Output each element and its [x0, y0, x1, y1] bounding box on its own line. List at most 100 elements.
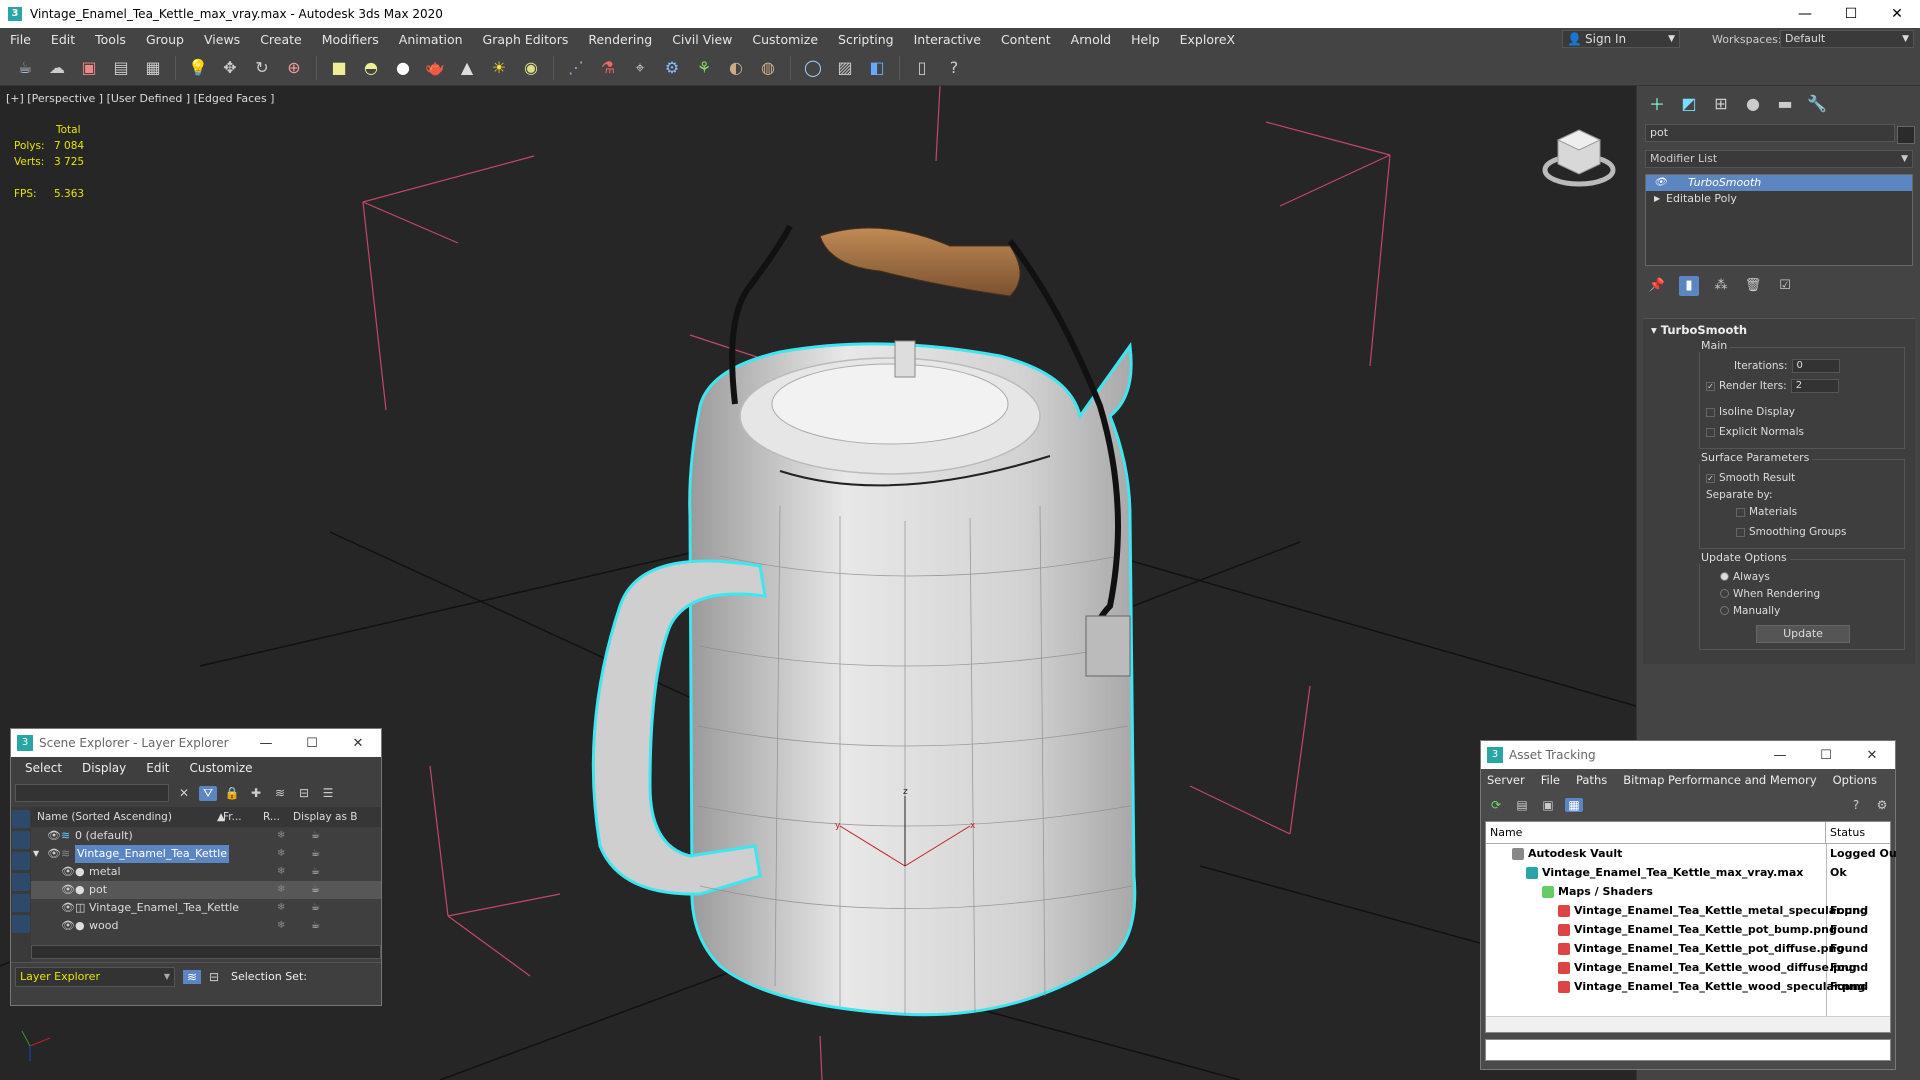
eye-icon[interactable]: 👁	[61, 881, 75, 899]
hierarchy-tab-icon[interactable]: ⊞	[1711, 94, 1731, 113]
column-display-as-box[interactable]: Display as B	[287, 811, 357, 823]
teapot-object-icon[interactable]: 🫖	[422, 55, 448, 81]
always-radio[interactable]	[1720, 572, 1729, 581]
teapot-icon[interactable]: ☕	[12, 55, 38, 81]
menu-tools[interactable]: Tools	[85, 32, 136, 47]
maximize-icon[interactable]: ☐	[1803, 741, 1849, 769]
geometry-filter-icon[interactable]	[12, 831, 30, 849]
freeze-icon[interactable]: ❄	[277, 863, 285, 881]
sign-in-dropdown[interactable]: 👤 Sign In ▼	[1562, 30, 1680, 48]
menu-views[interactable]: Views	[194, 32, 250, 47]
rotate-icon[interactable]: ↻	[249, 55, 275, 81]
motion-tab-icon[interactable]: ●	[1743, 94, 1763, 113]
update-button[interactable]: Update	[1756, 625, 1850, 643]
table-view-icon[interactable]: ▦	[1565, 798, 1583, 812]
menu-modifiers[interactable]: Modifiers	[312, 32, 389, 47]
table-icon[interactable]: ▦	[140, 55, 166, 81]
manually-radio[interactable]	[1720, 606, 1729, 615]
search-input[interactable]	[15, 784, 169, 802]
configure-sets-icon[interactable]: ☑	[1775, 276, 1795, 296]
close-icon[interactable]: ✕	[1849, 741, 1895, 769]
horizontal-scrollbar[interactable]	[31, 945, 381, 959]
render-icon[interactable]: ☕	[311, 899, 320, 917]
menu-paths[interactable]: Paths	[1576, 773, 1607, 787]
viewport-label[interactable]: [+] [Perspective ] [User Defined ] [Edge…	[6, 92, 274, 105]
render-icon[interactable]: ☕	[311, 881, 320, 899]
render-icon[interactable]: ▨	[832, 55, 858, 81]
eye-icon[interactable]: 👁	[61, 917, 75, 935]
layers-stack-icon[interactable]: ≋	[271, 786, 289, 800]
utilities-tab-icon[interactable]: 🔧	[1807, 94, 1827, 113]
grass-icon[interactable]: ⚘	[691, 55, 717, 81]
settings-icon[interactable]: ⚙	[1873, 798, 1891, 812]
menu-bitmap-performance[interactable]: Bitmap Performance and Memory	[1623, 773, 1816, 787]
list-icon[interactable]: ▤	[1513, 798, 1531, 812]
freeze-icon[interactable]: ❄	[277, 899, 285, 917]
object-name-field[interactable]: pot	[1645, 124, 1895, 142]
menu-group[interactable]: Group	[136, 32, 194, 47]
explorer-type-dropdown[interactable]: Layer Explorer ▼	[15, 966, 175, 987]
asset-row[interactable]: Vintage_Enamel_Tea_Kettle_max_vray.max O…	[1486, 863, 1890, 882]
menu-animation[interactable]: Animation	[389, 32, 473, 47]
smooth-result-checkbox[interactable]: ✓	[1706, 473, 1715, 483]
stack-item-editable-poly[interactable]: ▶ Editable Poly	[1646, 191, 1912, 207]
materials-checkbox[interactable]	[1736, 507, 1745, 517]
column-freeze[interactable]: Fr...	[217, 811, 257, 823]
helper-filter-icon[interactable]	[12, 894, 30, 912]
when-rendering-radio[interactable]	[1720, 589, 1729, 598]
camera-icon[interactable]: ⌖	[627, 55, 653, 81]
dome-icon[interactable]: ◓	[358, 55, 384, 81]
hierarchy-icon[interactable]: ⊟	[295, 786, 313, 800]
horizontal-scrollbar[interactable]	[1486, 1016, 1890, 1032]
asset-row[interactable]: Vintage_Enamel_Tea_Kettle_wood_diffuse.p…	[1486, 958, 1890, 977]
delete-modifier-icon[interactable]: 🗑	[1743, 276, 1763, 296]
clear-search-icon[interactable]: ✕	[175, 786, 193, 800]
modifier-list-dropdown[interactable]: Modifier List ▼	[1645, 150, 1913, 168]
hdri-icon[interactable]: ◐	[723, 55, 749, 81]
cone-icon[interactable]: ▲	[454, 55, 480, 81]
freeze-icon[interactable]: ❄	[277, 827, 285, 845]
display-tab-icon[interactable]: ▬	[1775, 94, 1795, 113]
eye-icon[interactable]: 👁	[47, 845, 61, 863]
freeze-icon[interactable]: ❄	[277, 881, 285, 899]
menu-display[interactable]: Display	[82, 761, 126, 775]
menu-file[interactable]: File	[0, 32, 41, 47]
render-iters-spinner[interactable]: 2	[1790, 379, 1839, 393]
add-layer-icon[interactable]: ✚	[247, 786, 265, 800]
asset-row[interactable]: Vintage_Enamel_Tea_Kettle_wood_specular.…	[1486, 977, 1890, 996]
asset-tracking-titlebar[interactable]: 3 Asset Tracking — ☐ ✕	[1481, 741, 1895, 769]
camera-filter-icon[interactable]	[12, 873, 30, 891]
layers-icon[interactable]: ◧	[864, 55, 890, 81]
menu-arnold[interactable]: Arnold	[1061, 32, 1121, 47]
menu-explorex[interactable]: ExploreX	[1170, 32, 1245, 47]
minimize-icon[interactable]: —	[243, 729, 289, 757]
close-icon[interactable]: ✕	[335, 729, 381, 757]
filter-icon[interactable]: ⛛	[199, 785, 217, 801]
render-frame-icon[interactable]: ▣	[76, 55, 102, 81]
asset-row[interactable]: Vintage_Enamel_Tea_Kettle_metal_specular…	[1486, 901, 1890, 920]
tree-row[interactable]: 👁 ● metal ❄ ☕	[31, 863, 381, 881]
render-icon[interactable]: ☕	[311, 917, 320, 935]
minimize-icon[interactable]: —	[1782, 0, 1828, 28]
ball-icon[interactable]: ◉	[518, 55, 544, 81]
hierarchy-toggle-icon[interactable]: ⊟	[209, 970, 223, 984]
tree-row[interactable]: 👁 ◫ Vintage_Enamel_Tea_Kettle ❄ ☕	[31, 899, 381, 917]
layers-toggle-icon[interactable]: ≋	[183, 969, 201, 984]
asset-row[interactable]: Maps / Shaders	[1486, 882, 1890, 901]
asset-row[interactable]: Autodesk Vault Logged Ou	[1486, 844, 1897, 863]
render-icon[interactable]: ☕	[311, 845, 320, 863]
close-icon[interactable]: ✕	[1874, 0, 1920, 28]
cloud-icon[interactable]: ☁	[44, 55, 70, 81]
grid-icon[interactable]: ⋰	[563, 55, 589, 81]
menu-graph-editors[interactable]: Graph Editors	[473, 32, 579, 47]
column-render[interactable]: R...	[257, 811, 287, 823]
modify-tab-icon[interactable]: ◩	[1679, 94, 1699, 113]
render-icon[interactable]: ☕	[311, 863, 320, 881]
asset-row[interactable]: Vintage_Enamel_Tea_Kettle_pot_bump.png F…	[1486, 920, 1890, 939]
light-bulb-icon[interactable]: 💡	[185, 55, 211, 81]
isoline-checkbox[interactable]	[1706, 407, 1715, 417]
minimize-icon[interactable]: —	[1757, 741, 1803, 769]
menu-scripting[interactable]: Scripting	[828, 32, 904, 47]
viewcube[interactable]	[1540, 120, 1618, 190]
tree-row[interactable]: 👁 ● pot ❄ ☕	[31, 881, 381, 899]
